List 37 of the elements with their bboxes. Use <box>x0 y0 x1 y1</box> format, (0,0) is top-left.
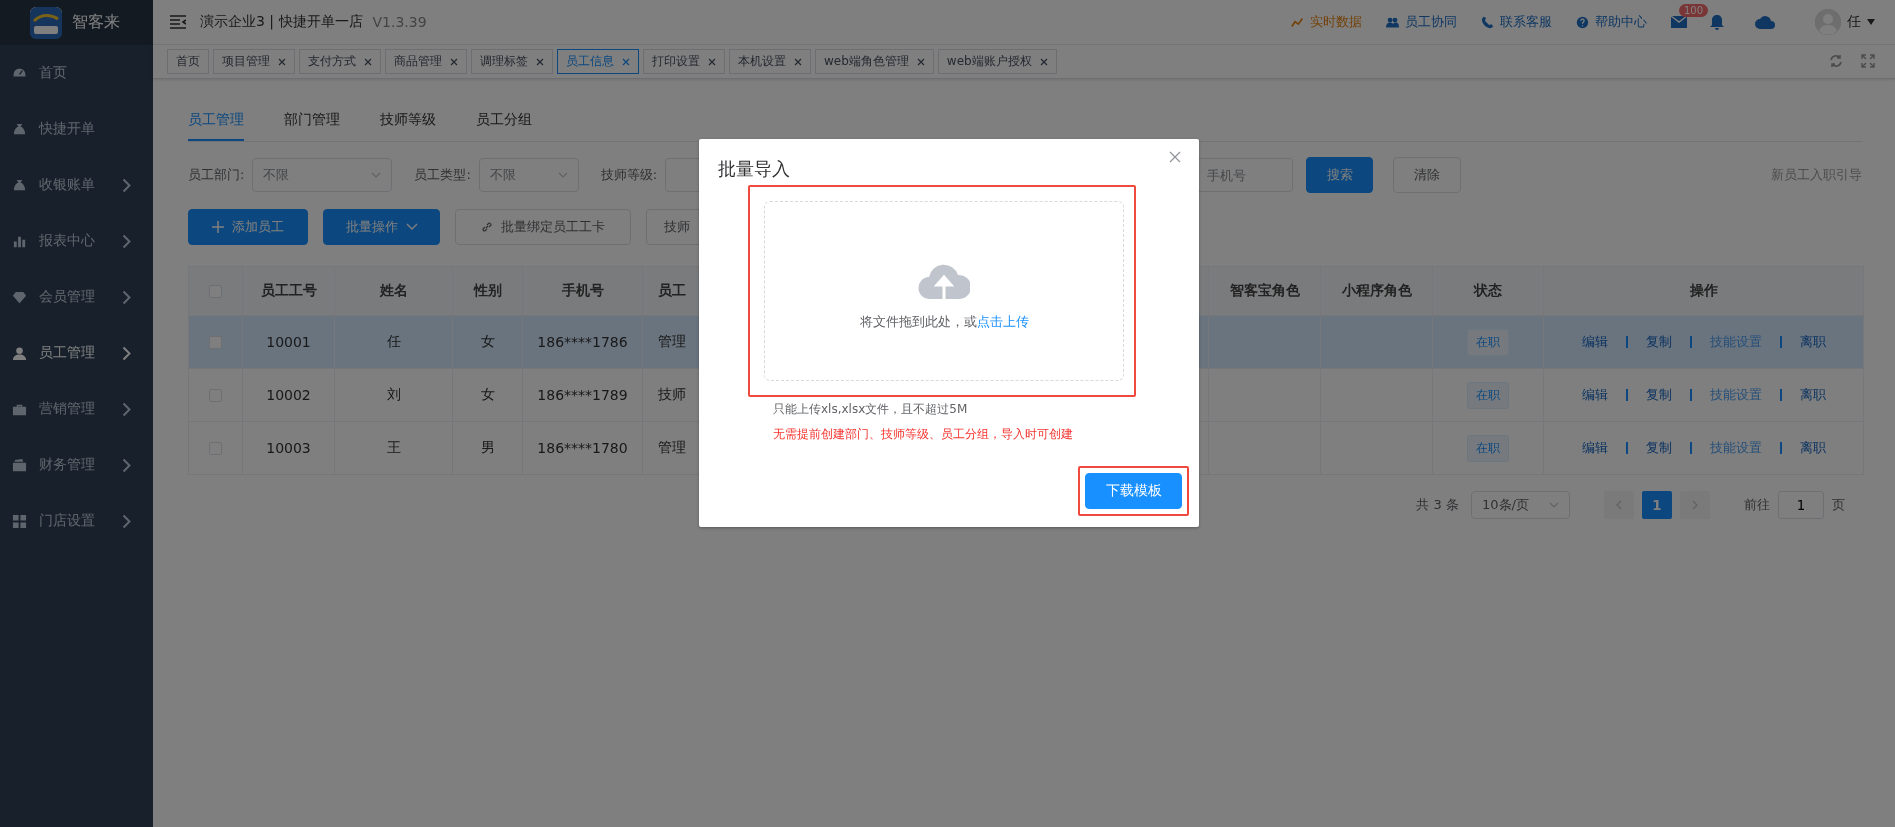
upload-tip: 只能上传xls,xlsx文件，且不超过5M <box>773 401 969 418</box>
table-cell: 男 <box>453 422 523 474</box>
filter-label: 员工类型: <box>414 166 471 184</box>
table-cell: 任 <box>335 316 453 368</box>
table-cell: 186****1789 <box>523 369 643 421</box>
table-cell: 10002 <box>243 369 335 421</box>
table-cell: 10003 <box>243 422 335 474</box>
warning-text: 无需提前创建部门、技师等级、员工分组，导入时可创建 <box>773 426 1074 443</box>
app-title: 演示企业3 | 快捷开单一店 <box>200 13 363 31</box>
goto-label: 前往 <box>1744 496 1770 514</box>
table-cell: 王 <box>335 422 453 474</box>
status-tag: 在职 <box>1467 381 1509 409</box>
dialog-title: 批量导入 <box>718 157 791 181</box>
table-cell: 186****1786 <box>523 316 643 368</box>
table-cell: 女 <box>453 316 523 368</box>
column-header: 智客宝角色 <box>1209 267 1321 315</box>
table-cell: 女 <box>453 369 523 421</box>
column-header: 小程序角色 <box>1321 267 1433 315</box>
brand-name: 智客来 <box>72 12 120 33</box>
table-cell: 186****1780 <box>523 422 643 474</box>
status-tag: 在职 <box>1467 328 1509 356</box>
filter-label: 技师等级: <box>600 166 658 184</box>
column-header: 手机号 <box>523 267 643 315</box>
upload-hint: 将文件拖到此处，或点击上传 <box>859 313 1029 331</box>
table-cell: 10001 <box>243 316 335 368</box>
column-header: 状态 <box>1433 267 1544 315</box>
goto-suffix: 页 <box>1832 496 1845 514</box>
version-label: V1.3.39 <box>372 14 427 30</box>
status-tag: 在职 <box>1467 434 1509 462</box>
column-header: 操作 <box>1688 281 1719 300</box>
total-count: 共 3 条 <box>1416 496 1459 514</box>
table-cell: 刘 <box>335 369 453 421</box>
filter-label: 员工部门: <box>188 166 245 184</box>
column-header: 姓名 <box>335 267 453 315</box>
column-header: 员工工号 <box>243 267 335 315</box>
column-header: 性别 <box>453 267 523 315</box>
notification-badge: 100 <box>1679 4 1709 17</box>
